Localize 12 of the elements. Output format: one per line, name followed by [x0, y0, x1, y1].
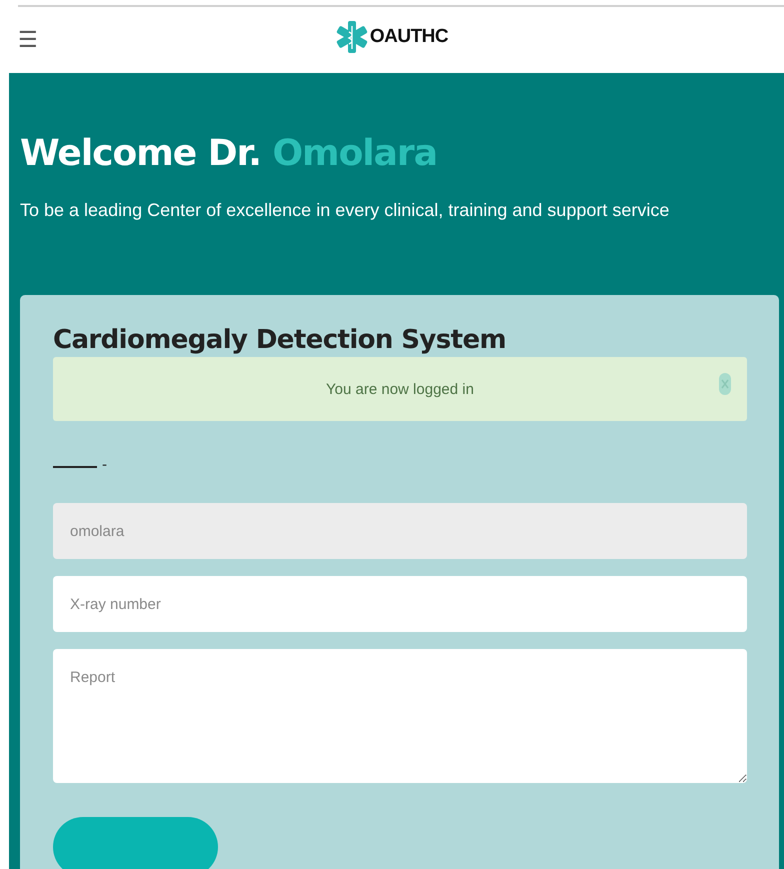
report-field[interactable]: Report: [53, 649, 747, 783]
dash-text: -: [102, 457, 108, 473]
star-of-life-icon: [336, 20, 368, 54]
tagline: To be a leading Center of excellence in every clinical, training and support service: [20, 200, 670, 221]
alert-message: You are now logged in: [326, 380, 474, 398]
submit-button[interactable]: [53, 817, 218, 869]
card-title: Cardiomegaly Detection System: [53, 325, 507, 355]
welcome-heading: Welcome Dr.: [20, 133, 261, 174]
doctor-name: Omolara: [272, 133, 437, 174]
input-field[interactable]: X-ray number: [53, 576, 747, 632]
close-icon[interactable]: [719, 373, 731, 395]
logo-text: OAUTHC: [370, 26, 448, 48]
